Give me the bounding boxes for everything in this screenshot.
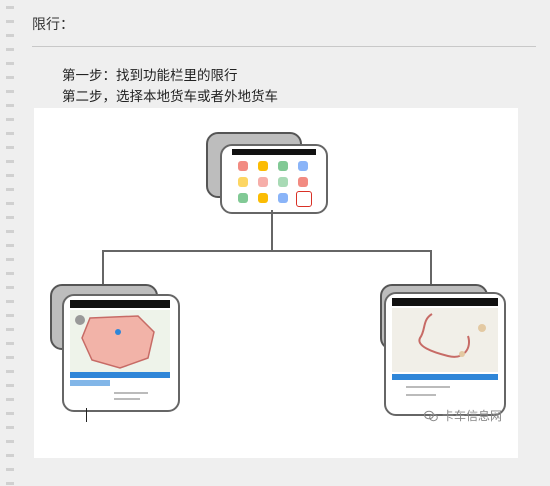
connector-vertical-top: [271, 210, 273, 250]
text-line: [114, 398, 140, 400]
wechat-logo-icon: [423, 410, 438, 422]
title-divider: [32, 46, 536, 47]
outside-truck-card: [384, 292, 506, 416]
status-bar: [392, 298, 498, 306]
map-view: [70, 310, 170, 372]
connector-horizontal: [102, 250, 432, 252]
status-bar: [232, 149, 316, 155]
menu-icon: [278, 161, 288, 171]
info-strip: [70, 372, 170, 378]
menu-icon: [298, 177, 308, 187]
outside-truck-map-screenshot: [392, 298, 498, 408]
article-page: 限行： 第一步：找到功能栏里的限行 第二步，选择本地货车或者外地货车 卡车信息网: [0, 0, 550, 486]
menu-icon: [298, 161, 308, 171]
menu-icon: [238, 177, 248, 187]
menu-icon: [258, 193, 268, 203]
menu-icon: [238, 161, 248, 171]
restriction-menu-icon: [296, 191, 312, 207]
menu-icon: [278, 193, 288, 203]
menu-icon: [278, 177, 288, 187]
menu-icon: [238, 193, 248, 203]
function-menu-screenshot: [232, 149, 316, 209]
text-cursor: [86, 408, 87, 422]
text-line: [406, 394, 436, 396]
section-title: 限行：: [32, 17, 74, 33]
info-strip: [392, 374, 498, 380]
step-list: 第一步：找到功能栏里的限行 第二步，选择本地货车或者外地货车: [62, 66, 278, 108]
text-line: [406, 386, 450, 388]
text-line: [114, 392, 148, 394]
watermark-text: 卡车信息网: [441, 409, 502, 423]
local-truck-map-screenshot: [70, 300, 170, 404]
map-view: [392, 308, 498, 372]
illustration-panel: 卡车信息网: [34, 108, 518, 458]
status-bar: [70, 300, 170, 308]
step-2-text: 第二步，选择本地货车或者外地货车: [62, 89, 278, 105]
function-menu-card: [220, 144, 328, 214]
step-1-text: 第一步：找到功能栏里的限行: [62, 68, 238, 84]
notebook-spiral: [6, 0, 14, 486]
menu-icon: [258, 177, 268, 187]
local-truck-card: [62, 294, 180, 412]
menu-icon: [258, 161, 268, 171]
tab-strip: [70, 380, 110, 386]
watermark: 卡车信息网: [423, 407, 502, 424]
